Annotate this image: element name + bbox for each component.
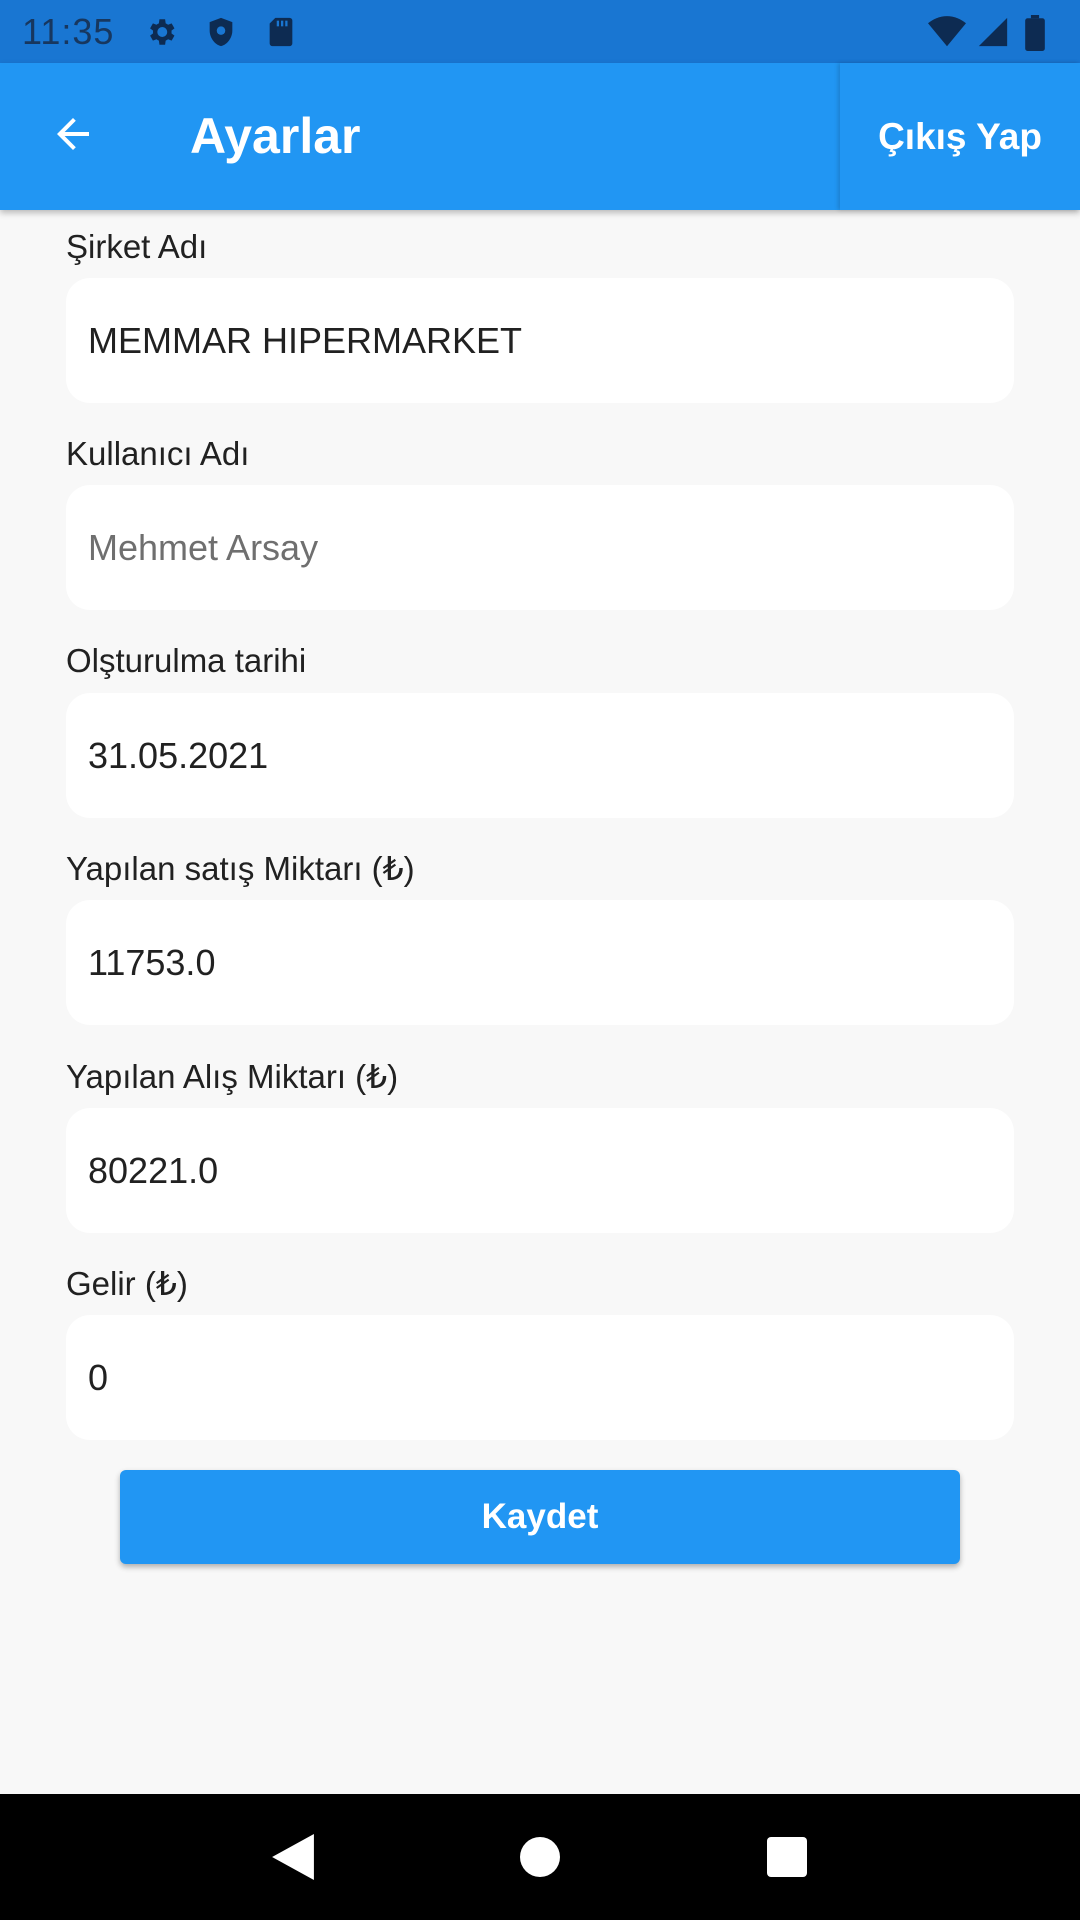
status-time: 11:35 — [22, 10, 115, 52]
gear-icon — [144, 15, 178, 49]
recents-square-icon[interactable] — [752, 1822, 822, 1892]
logout-button[interactable]: Çıkış Yap — [840, 63, 1080, 210]
system-nav-bar — [0, 1794, 1080, 1920]
purchase-amount-label: Yapılan Alış Miktarı (₺) — [66, 1058, 399, 1095]
back-button[interactable] — [38, 101, 108, 171]
settings-screen: 11:35 Ayarlar Çıkış Yap Şirket Adı MEMMA… — [0, 0, 1080, 1920]
wifi-icon — [928, 15, 966, 49]
status-icons-left — [144, 15, 298, 49]
status-icons-right — [928, 14, 1058, 51]
save-button[interactable]: Kaydet — [120, 1470, 960, 1564]
company-name-label: Şirket Adı — [66, 228, 208, 265]
battery-icon — [1024, 14, 1058, 51]
income-field[interactable]: 0 — [66, 1315, 1014, 1440]
username-label: Kullanıcı Adı — [66, 435, 250, 472]
page-title: Ayarlar — [190, 108, 361, 164]
app-bar: Ayarlar Çıkış Yap — [0, 63, 1080, 210]
company-name-field[interactable]: MEMMAR HIPERMARKET — [66, 278, 1014, 403]
sales-amount-field[interactable]: 11753.0 — [66, 900, 1014, 1025]
income-label: Gelir (₺) — [66, 1265, 188, 1302]
back-triangle-icon[interactable] — [258, 1822, 328, 1892]
purchase-amount-field[interactable]: 80221.0 — [66, 1108, 1014, 1233]
home-circle-icon[interactable] — [505, 1822, 575, 1892]
arrow-back-icon — [49, 110, 97, 163]
created-date-field[interactable]: 31.05.2021 — [66, 693, 1014, 818]
status-bar: 11:35 — [0, 0, 1080, 63]
created-date-label: Olşturulma tarihi — [66, 642, 307, 679]
sales-amount-label: Yapılan satış Miktarı (₺) — [66, 850, 415, 887]
shield-icon — [204, 15, 238, 49]
sd-card-icon — [264, 15, 298, 49]
username-field[interactable]: Mehmet Arsay — [66, 485, 1014, 610]
signal-icon — [976, 15, 1010, 49]
